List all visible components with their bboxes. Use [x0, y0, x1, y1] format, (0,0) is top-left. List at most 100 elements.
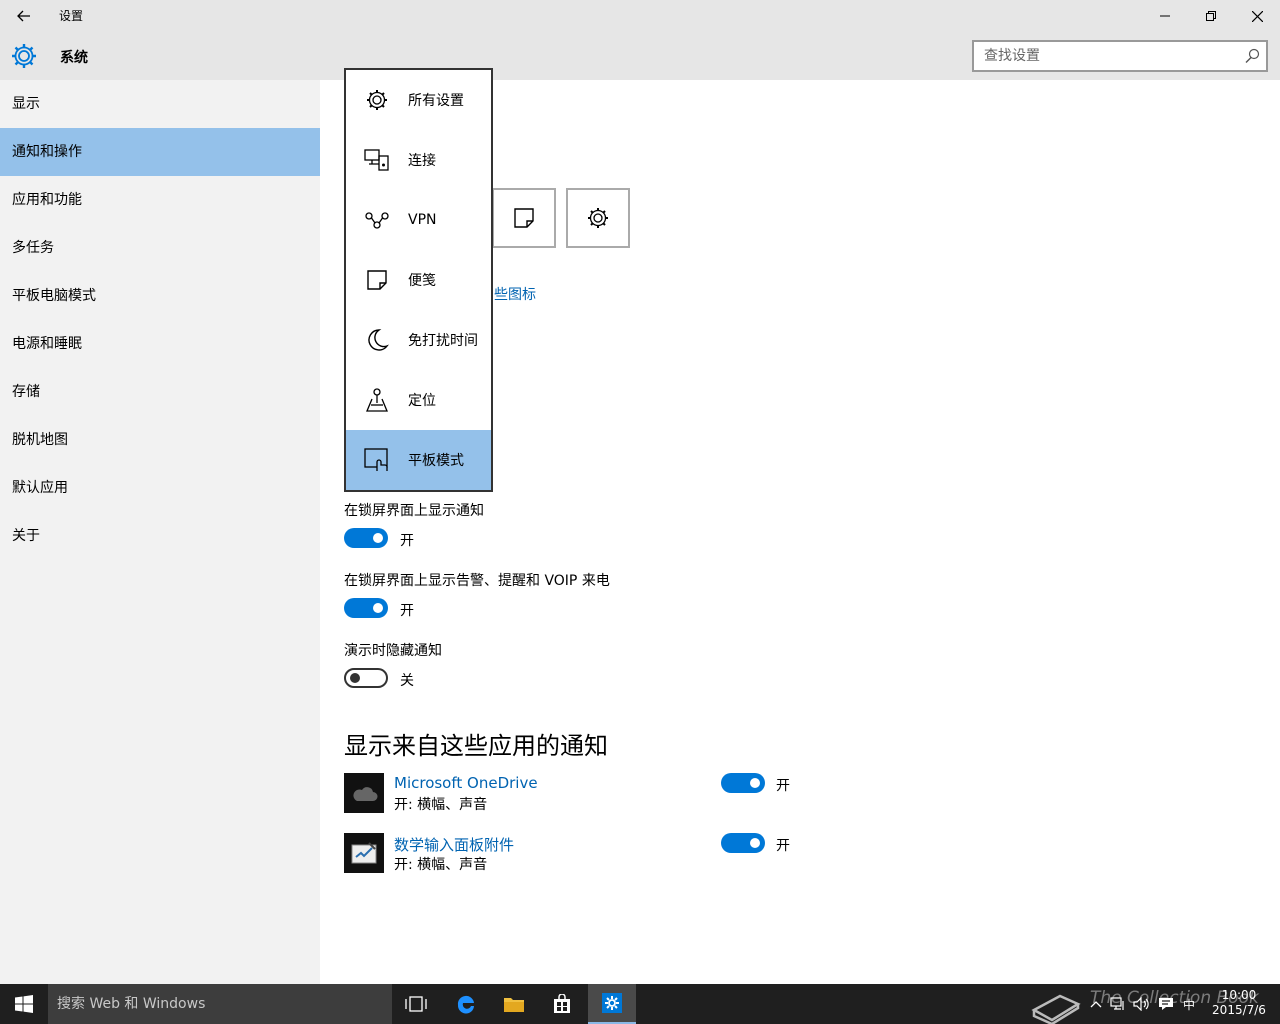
sidebar-item-display[interactable]: 显示 — [0, 80, 320, 128]
settings-taskbar-button[interactable] — [588, 984, 636, 1024]
search-input[interactable] — [974, 42, 1224, 70]
moon-icon — [368, 329, 389, 351]
dropdown-item-connect[interactable]: 连接 — [346, 130, 491, 190]
dropdown-item-label: 所有设置 — [408, 93, 464, 109]
clock-date: 2015/7/6 — [1212, 1003, 1266, 1017]
window-title: 设置 — [59, 9, 84, 23]
start-button[interactable] — [0, 984, 48, 1024]
app-name-math-input[interactable]: 数学输入面板附件 — [394, 834, 514, 855]
task-view-button[interactable] — [392, 984, 440, 1024]
network-icon — [1110, 997, 1124, 1010]
toggle-hide-while-presenting[interactable] — [344, 668, 388, 688]
dropdown-item-tablet-mode[interactable]: 平板模式 — [346, 430, 491, 490]
quick-action-note[interactable] — [492, 188, 556, 248]
ime-indicator[interactable]: 中 — [1178, 984, 1200, 1024]
apps-section-title: 显示来自这些应用的通知 — [344, 732, 608, 760]
clock-time: 10:00 — [1221, 988, 1257, 1002]
connect-icon — [364, 149, 389, 171]
onedrive-app-icon — [344, 773, 384, 813]
dropdown-item-all-settings[interactable]: 所有设置 — [346, 70, 491, 130]
task-view-icon — [405, 996, 427, 1012]
sidebar-item-about[interactable]: 关于 — [0, 512, 320, 560]
quick-action-all-settings[interactable] — [566, 188, 630, 248]
math-pen-icon — [351, 842, 377, 864]
speaker-icon — [1133, 997, 1149, 1011]
dropdown-item-vpn[interactable]: VPN — [346, 190, 491, 250]
restore-button[interactable] — [1188, 0, 1234, 32]
restore-icon — [1206, 11, 1216, 21]
toggle-state: 开 — [776, 778, 790, 794]
back-arrow-icon — [17, 10, 30, 22]
store-button[interactable] — [538, 984, 586, 1024]
settings-header: 系统 — [0, 32, 1280, 80]
chevron-up-icon — [1090, 1001, 1102, 1008]
setting-label-lockscreen-notifications: 在锁屏界面上显示通知 — [344, 503, 484, 519]
gear-icon — [367, 90, 387, 110]
dropdown-item-label: 连接 — [408, 153, 436, 169]
app-sub-onedrive: 开: 横幅、声音 — [394, 797, 488, 813]
taskbar-search[interactable]: 搜索 Web 和 Windows — [48, 984, 392, 1024]
sidebar-item-offline-maps[interactable]: 脱机地图 — [0, 416, 320, 464]
note-icon — [367, 270, 387, 290]
dropdown-item-label: 便笺 — [408, 273, 436, 289]
quick-action-dropdown: 所有设置 连接 VPN 便笺 免打扰时间 定位 平板模式 — [344, 68, 493, 492]
action-center-button[interactable] — [1154, 984, 1178, 1024]
sidebar-item-power[interactable]: 电源和睡眠 — [0, 320, 320, 368]
dropdown-item-location[interactable]: 定位 — [346, 370, 491, 430]
dropdown-item-label: 平板模式 — [408, 453, 464, 469]
select-icons-link[interactable]: 些图标 — [494, 284, 536, 304]
minimize-icon — [1160, 15, 1170, 17]
edge-browser-button[interactable] — [442, 984, 490, 1024]
toggle-lockscreen-notifications[interactable] — [344, 528, 388, 548]
windows-logo-icon — [15, 995, 33, 1013]
search-box[interactable] — [972, 40, 1268, 72]
sidebar-item-tablet-mode[interactable]: 平板电脑模式 — [0, 272, 320, 320]
sidebar-item-apps[interactable]: 应用和功能 — [0, 176, 320, 224]
folder-icon — [504, 998, 524, 1012]
store-icon — [554, 994, 570, 1013]
toggle-lockscreen-alarms[interactable] — [344, 598, 388, 618]
gear-icon — [588, 208, 608, 228]
book-logo-icon — [1031, 994, 1081, 1024]
search-icon[interactable] — [1244, 48, 1260, 64]
dropdown-item-label: 免打扰时间 — [408, 333, 478, 349]
back-button[interactable] — [8, 0, 40, 32]
title-bar: 设置 — [0, 0, 1280, 32]
app-sub-math-input: 开: 横幅、声音 — [394, 857, 488, 873]
setting-label-hide-while-presenting: 演示时隐藏通知 — [344, 643, 442, 659]
location-icon — [366, 388, 388, 412]
file-explorer-button[interactable] — [490, 984, 538, 1024]
section-title: 系统 — [60, 50, 88, 66]
taskbar: 搜索 Web 和 Windows The Collection Book 中 1… — [0, 984, 1280, 1024]
show-hidden-icons-button[interactable] — [1086, 984, 1106, 1024]
vpn-icon — [365, 212, 389, 229]
clock[interactable]: 10:00 2015/7/6 — [1204, 988, 1274, 1018]
toggle-state: 开 — [400, 533, 414, 549]
minimize-button[interactable] — [1142, 0, 1188, 32]
dropdown-item-label: VPN — [408, 212, 437, 228]
sidebar-item-notifications[interactable]: 通知和操作 — [0, 128, 320, 176]
volume-tray-button[interactable] — [1130, 984, 1154, 1024]
dropdown-item-note[interactable]: 便笺 — [346, 250, 491, 310]
close-button[interactable] — [1234, 0, 1280, 32]
app-name-onedrive[interactable]: Microsoft OneDrive — [394, 774, 538, 792]
message-icon — [1159, 998, 1173, 1010]
sidebar-nav: 显示 通知和操作 应用和功能 多任务 平板电脑模式 电源和睡眠 存储 脱机地图 … — [0, 80, 320, 984]
toggle-app-onedrive[interactable] — [721, 773, 765, 793]
sidebar-item-default-apps[interactable]: 默认应用 — [0, 464, 320, 512]
note-icon — [514, 208, 534, 228]
toggle-state: 开 — [776, 838, 790, 854]
close-icon — [1251, 10, 1263, 22]
sidebar-item-multitasking[interactable]: 多任务 — [0, 224, 320, 272]
tablet-mode-icon — [364, 448, 388, 471]
network-tray-button[interactable] — [1106, 984, 1130, 1024]
cloud-icon — [353, 787, 378, 801]
edge-icon — [457, 995, 474, 1014]
toggle-state: 开 — [400, 603, 414, 619]
toggle-app-math-input[interactable] — [721, 833, 765, 853]
sidebar-item-storage[interactable]: 存储 — [0, 368, 320, 416]
gear-icon — [602, 993, 622, 1013]
toggle-state: 关 — [400, 673, 414, 689]
setting-label-lockscreen-alarms: 在锁屏界面上显示告警、提醒和 VOIP 来电 — [344, 573, 610, 589]
dropdown-item-quiet-hours[interactable]: 免打扰时间 — [346, 310, 491, 370]
